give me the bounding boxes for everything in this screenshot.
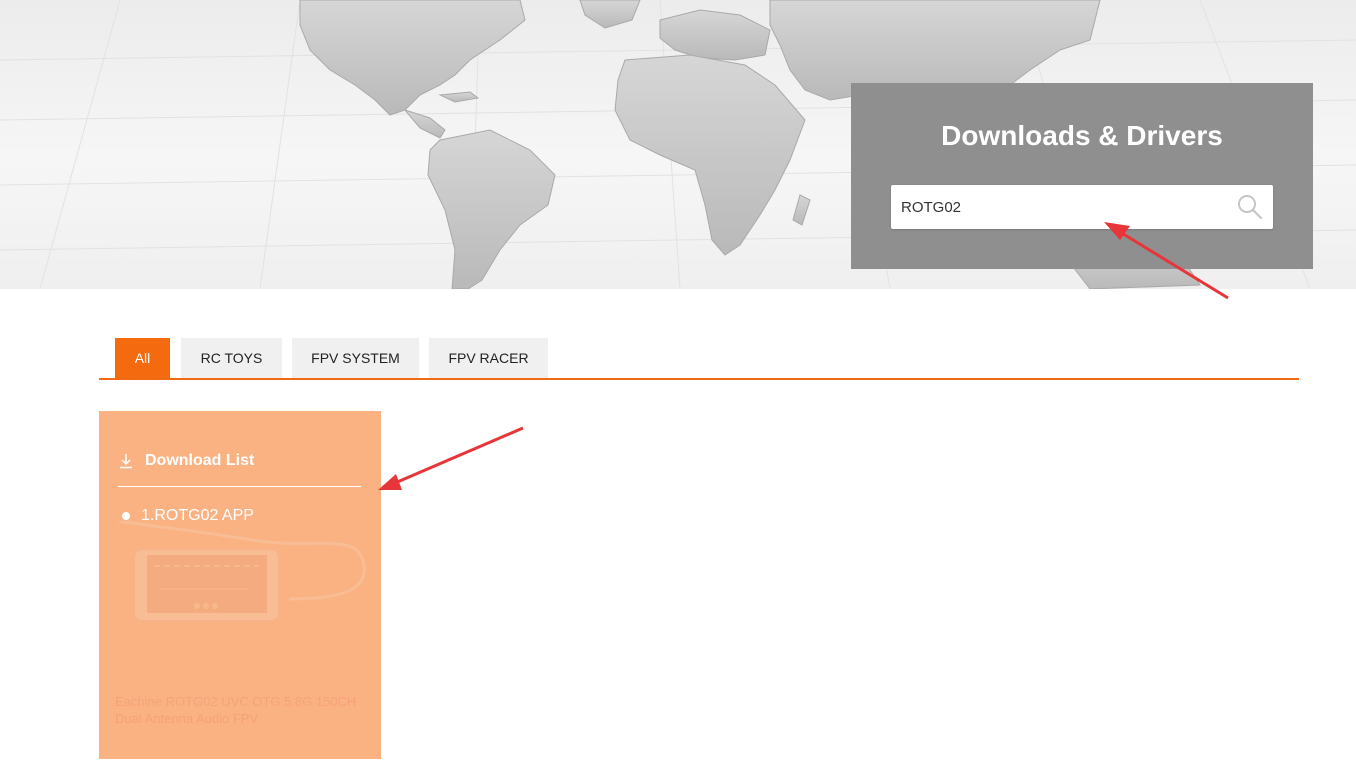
tab-rc-toys[interactable]: RC TOYS xyxy=(181,338,282,378)
product-card[interactable]: Download List 1.ROTG02 APP Eachine ROTG0… xyxy=(99,411,381,759)
search-box[interactable] xyxy=(891,185,1273,229)
search-panel: Downloads & Drivers xyxy=(851,83,1313,269)
hero-banner: Downloads & Drivers xyxy=(0,0,1356,289)
download-item-label[interactable]: 1.ROTG02 APP xyxy=(141,505,254,527)
bullet-icon xyxy=(122,512,130,520)
search-icon[interactable] xyxy=(1237,194,1263,220)
tab-fpv-system[interactable]: FPV SYSTEM xyxy=(292,338,419,378)
download-list-title: Download List xyxy=(145,452,255,469)
product-caption: Eachine ROTG02 UVC OTG 5.8G 150CH Dual A… xyxy=(115,694,357,726)
download-icon xyxy=(120,454,132,469)
page: Downloads & Drivers All RC TOYS FPV SYST… xyxy=(0,0,1356,774)
category-tabs: All RC TOYS FPV SYSTEM FPV RACER xyxy=(99,338,1299,380)
search-input[interactable] xyxy=(901,185,1221,229)
tab-all[interactable]: All xyxy=(115,338,170,378)
product-image xyxy=(118,521,366,622)
divider xyxy=(118,486,361,487)
page-title: Downloads & Drivers xyxy=(941,120,1223,151)
tab-fpv-racer[interactable]: FPV RACER xyxy=(429,338,548,378)
